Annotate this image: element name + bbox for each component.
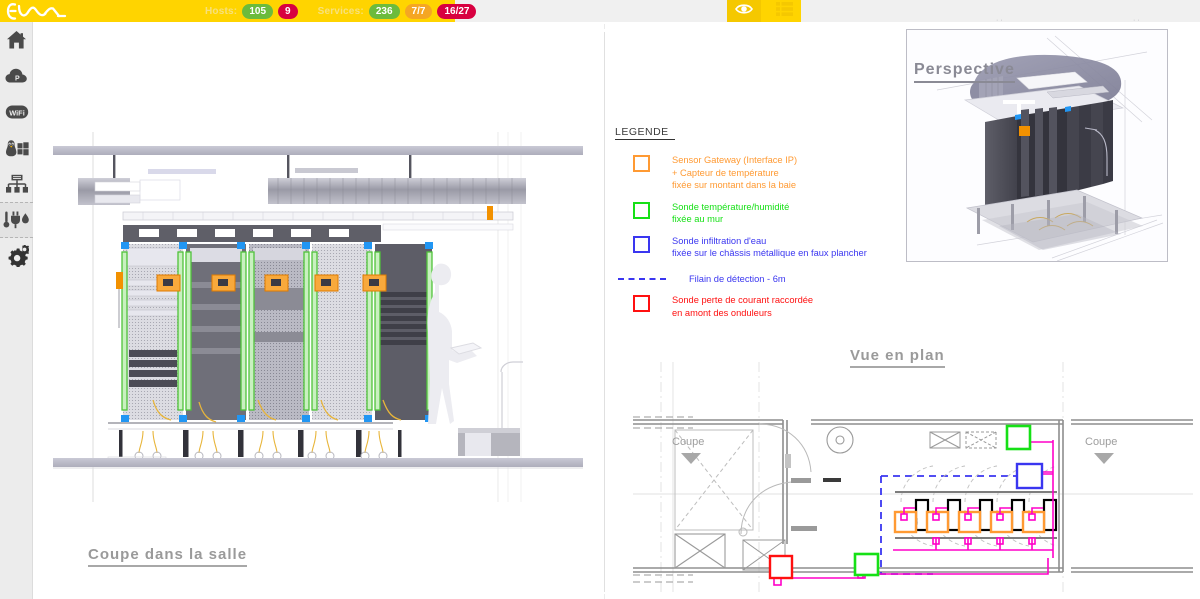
drawing-canvas: Coupe dans la salle LEGENDE Sensor Gatew… [33, 17, 1200, 599]
legend-text-green: Sonde température/humidité fixée au mur [672, 201, 789, 226]
plan-view-title: Vue en plan [850, 347, 945, 368]
legend-item: Sensor Gateway (Interface IP) + Capteur … [615, 154, 915, 192]
coupe-marker-label-left: Coupe [672, 436, 705, 448]
legend-panel: LEGENDE Sensor Gateway (Interface IP) + … [615, 122, 915, 328]
legend-title: LEGENDE [615, 126, 675, 140]
coupe-marker-arrow-left [681, 453, 701, 464]
sidebar-item-home[interactable] [0, 22, 33, 58]
services-crit-badge[interactable]: 16/27 [437, 3, 477, 19]
hosts-down-badge[interactable]: 9 [278, 3, 298, 19]
legend-line: Sonde infiltration d'eau [672, 235, 767, 246]
grid-icon [775, 1, 793, 21]
hosts-label: Hosts: [205, 5, 238, 17]
grid-view-button[interactable] [767, 0, 801, 22]
legend-line: en amont des onduleurs [672, 307, 772, 318]
legend-line: Filain de détection - 6m [689, 273, 786, 284]
gears-icon [5, 245, 29, 267]
top-status-bar: Hosts: 105 9 Services: 236 7/7 16/27 [0, 0, 1200, 22]
legend-line: fixée au mur [672, 214, 724, 224]
os-icon [5, 139, 29, 158]
hosts-up-badge[interactable]: 105 [242, 3, 274, 19]
legend-item: Sonde infiltration d'eau fixée sur le ch… [615, 235, 915, 260]
eye-icon [735, 2, 753, 21]
services-warn-badge[interactable]: 7/7 [404, 3, 433, 19]
legend-line: Sensor Gateway (Interface IP) [672, 155, 798, 165]
services-ok-badge[interactable]: 236 [368, 3, 400, 19]
perspective-tick-left: · · [996, 17, 1003, 24]
sensor-gateway-marker [1019, 126, 1030, 136]
water-sensor-marker [1015, 462, 1044, 490]
network-icon [5, 174, 28, 194]
cloud-icon: P [5, 67, 28, 85]
sidebar-item-network[interactable] [0, 166, 33, 202]
legend-item: Sonde température/humidité fixée au mur [615, 201, 915, 226]
divider-tick-bottom [604, 594, 605, 599]
temp-humidity-sensor-marker-2 [853, 552, 880, 577]
view-toggle-button[interactable] [727, 0, 761, 22]
temp-humidity-sensor-marker-1 [1005, 424, 1032, 451]
legend-entries: Sensor Gateway (Interface IP) + Capteur … [615, 154, 915, 319]
legend-item: Sonde perte de courant raccordée en amon… [615, 294, 915, 319]
legend-dashed-line [618, 277, 666, 280]
divider-tick-top [604, 24, 605, 29]
sidebar-item-settings[interactable] [0, 238, 33, 274]
perspective-tick-right: · · [1133, 17, 1140, 24]
legend-swatch-red [633, 295, 650, 312]
svg-text:WiFi: WiFi [9, 108, 25, 117]
legend-swatch-blue [633, 235, 650, 253]
sidebar-item-systems[interactable] [0, 130, 33, 166]
legend-line: Sonde perte de courant raccordée [672, 295, 814, 305]
coupe-section-title: Coupe dans la salle [88, 546, 248, 567]
sidebar-item-cloud[interactable]: P [0, 58, 33, 94]
panel-divider [604, 32, 605, 592]
eva-logo[interactable] [6, 1, 76, 21]
wifi-icon: WiFi [5, 104, 29, 120]
sidebar-item-sensors[interactable] [0, 202, 33, 238]
home-icon [6, 30, 27, 50]
left-icon-sidebar: P WiFi [0, 22, 33, 599]
legend-text-orange: Sensor Gateway (Interface IP) + Capteur … [672, 154, 797, 192]
sidebar-item-wifi[interactable]: WiFi [0, 94, 33, 130]
status-counters: Hosts: 105 9 Services: 236 7/7 16/27 [205, 0, 477, 22]
sensors-icon [3, 210, 31, 230]
svg-text:P: P [15, 76, 20, 83]
sensor-gateway-marker [487, 206, 493, 220]
legend-text-red: Sonde perte de courant raccordée en amon… [672, 294, 813, 319]
legend-swatch-orange [633, 155, 650, 172]
power-loss-sensor-marker [768, 554, 794, 580]
legend-line: + Capteur de température [672, 167, 779, 178]
services-label: Services: [317, 5, 364, 17]
plan-view-drawing: rack [633, 362, 1193, 592]
legend-line: Sonde température/humidité [672, 201, 790, 212]
application-window: Hosts: 105 9 Services: 236 7/7 16/27 P W… [0, 0, 1200, 599]
coupe-marker-arrow-right [1094, 453, 1114, 464]
legend-line: fixée sur montant dans la baie [672, 180, 797, 190]
legend-line: fixée sur le châssis métallique en faux … [672, 248, 867, 258]
section-view-drawing [53, 132, 593, 502]
legend-swatch-green [633, 201, 650, 219]
legend-text-dash: Filain de détection - 6m [689, 273, 786, 286]
legend-text-blue: Sonde infiltration d'eau fixée sur le ch… [672, 235, 867, 260]
legend-item: Filain de détection - 6m [615, 269, 915, 286]
perspective-title: Perspective [914, 61, 1015, 83]
coupe-marker-label-right: Coupe [1085, 436, 1118, 448]
